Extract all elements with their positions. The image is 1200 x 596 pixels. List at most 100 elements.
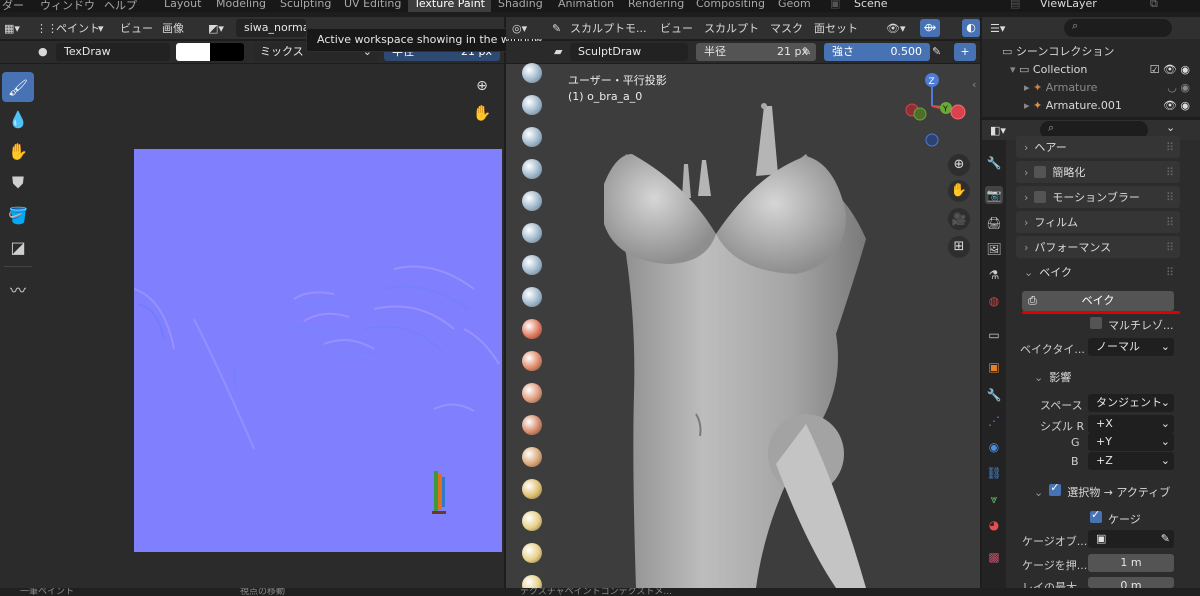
pressure-icon[interactable]: ✎	[802, 43, 811, 60]
tab-modeling[interactable]: Modeling	[210, 0, 272, 12]
camera-icon[interactable]: 🎥	[948, 208, 970, 230]
tab-texture-paint[interactable]: Texture Paint	[408, 0, 491, 12]
inflate-brush-icon[interactable]	[517, 250, 547, 280]
tab-uv-editing[interactable]: UV Editing	[338, 0, 407, 12]
visibility-icon[interactable]: 👁▾	[886, 20, 906, 37]
outliner-item-armature-001[interactable]: ▸ ✦ Armature.001 👁 ◉	[1024, 99, 1194, 112]
view-layer-name[interactable]: ViewLayer	[1040, 0, 1097, 10]
brush-name-field[interactable]: SculptDraw	[570, 43, 688, 61]
image-browse-icon[interactable]: ◩▾	[208, 20, 224, 37]
draw-brush-icon[interactable]	[517, 58, 547, 88]
tab-layout[interactable]: Layout	[158, 0, 207, 12]
secondary-color-swatch[interactable]	[210, 43, 244, 61]
soften-brush-icon[interactable]: 💧	[2, 104, 34, 134]
visibility-icon[interactable]: ◡ ◉	[1167, 81, 1190, 94]
pan-hand-icon[interactable]: ✋	[472, 104, 492, 124]
mask-menu[interactable]: マスク	[770, 20, 803, 37]
view-menu[interactable]: ビュー	[120, 20, 153, 37]
tab-shading[interactable]: Shading	[492, 0, 549, 12]
bake-type-select[interactable]: ノーマル ⌄	[1088, 338, 1174, 356]
overlay-toggle-icon[interactable]: ◐	[962, 19, 980, 37]
paint-mode-select[interactable]: ペイント	[56, 20, 100, 37]
panel-performance[interactable]: › パフォーマンス ⠿	[1016, 236, 1180, 258]
crease-brush-icon[interactable]	[517, 314, 547, 344]
selected-to-active-subpanel[interactable]: ⌄ 選択物 → アクティブ	[1034, 481, 1170, 500]
eyedropper-icon[interactable]: ✎	[1161, 530, 1170, 548]
copy-icon[interactable]: ⧉	[1150, 0, 1158, 11]
view-menu[interactable]: ビュー	[660, 20, 693, 37]
panel-motion-blur[interactable]: › モーションブラー ⠿	[1016, 186, 1180, 208]
bake-button[interactable]: ⎙ ベイク	[1022, 291, 1174, 311]
cage-option[interactable]: ケージ	[1090, 508, 1141, 527]
flatten-brush-icon[interactable]	[517, 378, 547, 408]
scene-tab-icon[interactable]: ⚗	[985, 266, 1003, 284]
zoom-icon[interactable]: ⊕	[948, 154, 970, 176]
tab-sculpting[interactable]: Sculpting	[274, 0, 337, 12]
navigation-gizmo[interactable]: Z Y	[900, 70, 970, 150]
clay-thumb-brush-icon[interactable]	[517, 186, 547, 216]
smooth-brush-icon[interactable]	[517, 346, 547, 376]
grab-brush-icon[interactable]	[517, 506, 547, 536]
collection-tab-icon[interactable]: ▭	[985, 326, 1003, 344]
object-tab-icon[interactable]: ▣	[985, 358, 1003, 376]
cage-checkbox[interactable]	[1090, 508, 1102, 523]
smear-brush-icon[interactable]: ✋	[2, 136, 34, 166]
drag-handle-icon[interactable]: ⠿	[1166, 266, 1174, 279]
space-select[interactable]: タンジェント ⌄	[1088, 394, 1174, 412]
zoom-icon[interactable]: ⊕	[472, 78, 492, 98]
expand-icon[interactable]: ▸	[1024, 99, 1033, 112]
swizzle-r-select[interactable]: +X ⌄	[1088, 415, 1174, 433]
tool-tab-icon[interactable]: 🔧	[985, 154, 1003, 172]
selected-to-active-checkbox[interactable]	[1049, 481, 1062, 496]
chevron-down-icon[interactable]: ⌄	[1166, 121, 1175, 134]
display-mode-icon[interactable]: ☰▾	[990, 22, 1005, 35]
blob-brush-icon[interactable]	[517, 282, 547, 312]
sculpt-menu[interactable]: スカルプト	[704, 20, 759, 37]
visibility-icon[interactable]: ☑ 👁 ◉	[1150, 63, 1190, 76]
texture-tab-icon[interactable]: ▩	[985, 548, 1003, 566]
swizzle-b-select[interactable]: +Z ⌄	[1088, 452, 1174, 470]
visibility-icon[interactable]: 👁 ◉	[1163, 99, 1190, 112]
sidebar-toggle-icon[interactable]: ‹	[972, 78, 976, 91]
tab-animation[interactable]: Animation	[552, 0, 620, 12]
primary-color-swatch[interactable]	[176, 43, 210, 61]
image-menu[interactable]: 画像	[162, 20, 184, 37]
clay-brush-icon[interactable]	[517, 122, 547, 152]
swizzle-g-select[interactable]: +Y ⌄	[1088, 433, 1174, 451]
expand-icon[interactable]: ▸	[1024, 81, 1033, 94]
clay-strips-brush-icon[interactable]	[517, 154, 547, 184]
tab-geometry[interactable]: Geom	[772, 0, 817, 12]
panel-film[interactable]: › フィルム ⠿	[1016, 211, 1180, 233]
editor-type-icon[interactable]: ◧▾	[990, 124, 1006, 137]
max-ray-field[interactable]: 0 m	[1088, 577, 1174, 588]
outliner-item-armature[interactable]: ▸ ✦ Armature ◡ ◉	[1024, 81, 1194, 94]
menu-render[interactable]: ダー	[2, 0, 24, 12]
cage-object-field[interactable]: ▣ ✎	[1088, 530, 1174, 548]
drag-handle-icon[interactable]: ⠿	[1166, 166, 1174, 179]
modifier-tab-icon[interactable]: 🔧	[985, 386, 1003, 404]
drag-handle-icon[interactable]: ⠿	[1166, 141, 1174, 154]
annotate-icon[interactable]: 〰	[2, 274, 34, 304]
radius-field[interactable]: 半径21 px	[696, 43, 816, 61]
sculpt-mode-select[interactable]: スカルプトモ...	[570, 20, 647, 37]
menu-window[interactable]: ウィンドウ	[40, 0, 95, 12]
output-tab-icon[interactable]: 🖨	[985, 214, 1003, 232]
3d-viewport[interactable]: ユーザー・平行投影 (1) o_bra_a_0 Z Y ⊕ ✋ 🎥 ⊞ ‹	[506, 64, 980, 588]
scene-collection-row[interactable]: ▭ シーンコレクション	[1002, 43, 1114, 59]
constraints-tab-icon[interactable]: ⛓	[985, 464, 1003, 482]
influence-subpanel[interactable]: ⌄ 影響	[1034, 369, 1071, 385]
add-icon[interactable]: +	[954, 43, 976, 61]
editor-type-icon[interactable]: ▦▾	[4, 20, 20, 37]
multires-option[interactable]: マルチレゾ...	[1090, 317, 1174, 333]
render-tab-icon[interactable]: 📷	[985, 186, 1003, 204]
draw-brush-icon[interactable]: 🖌	[2, 72, 34, 102]
particles-tab-icon[interactable]: ⋰	[985, 412, 1003, 430]
fill-brush-icon[interactable]: 🪣	[2, 200, 34, 230]
scene-name[interactable]: Scene	[854, 0, 888, 10]
panel-hair[interactable]: › ヘアー ⠿	[1016, 136, 1180, 158]
expand-icon[interactable]: ▾	[1010, 63, 1019, 76]
gizmo-toggle-icon[interactable]: ⟴	[920, 19, 940, 37]
tab-compositing[interactable]: Compositing	[690, 0, 771, 12]
panel-simplify[interactable]: › 簡略化 ⠿	[1016, 161, 1180, 183]
data-tab-icon[interactable]: ⩔	[985, 490, 1003, 508]
